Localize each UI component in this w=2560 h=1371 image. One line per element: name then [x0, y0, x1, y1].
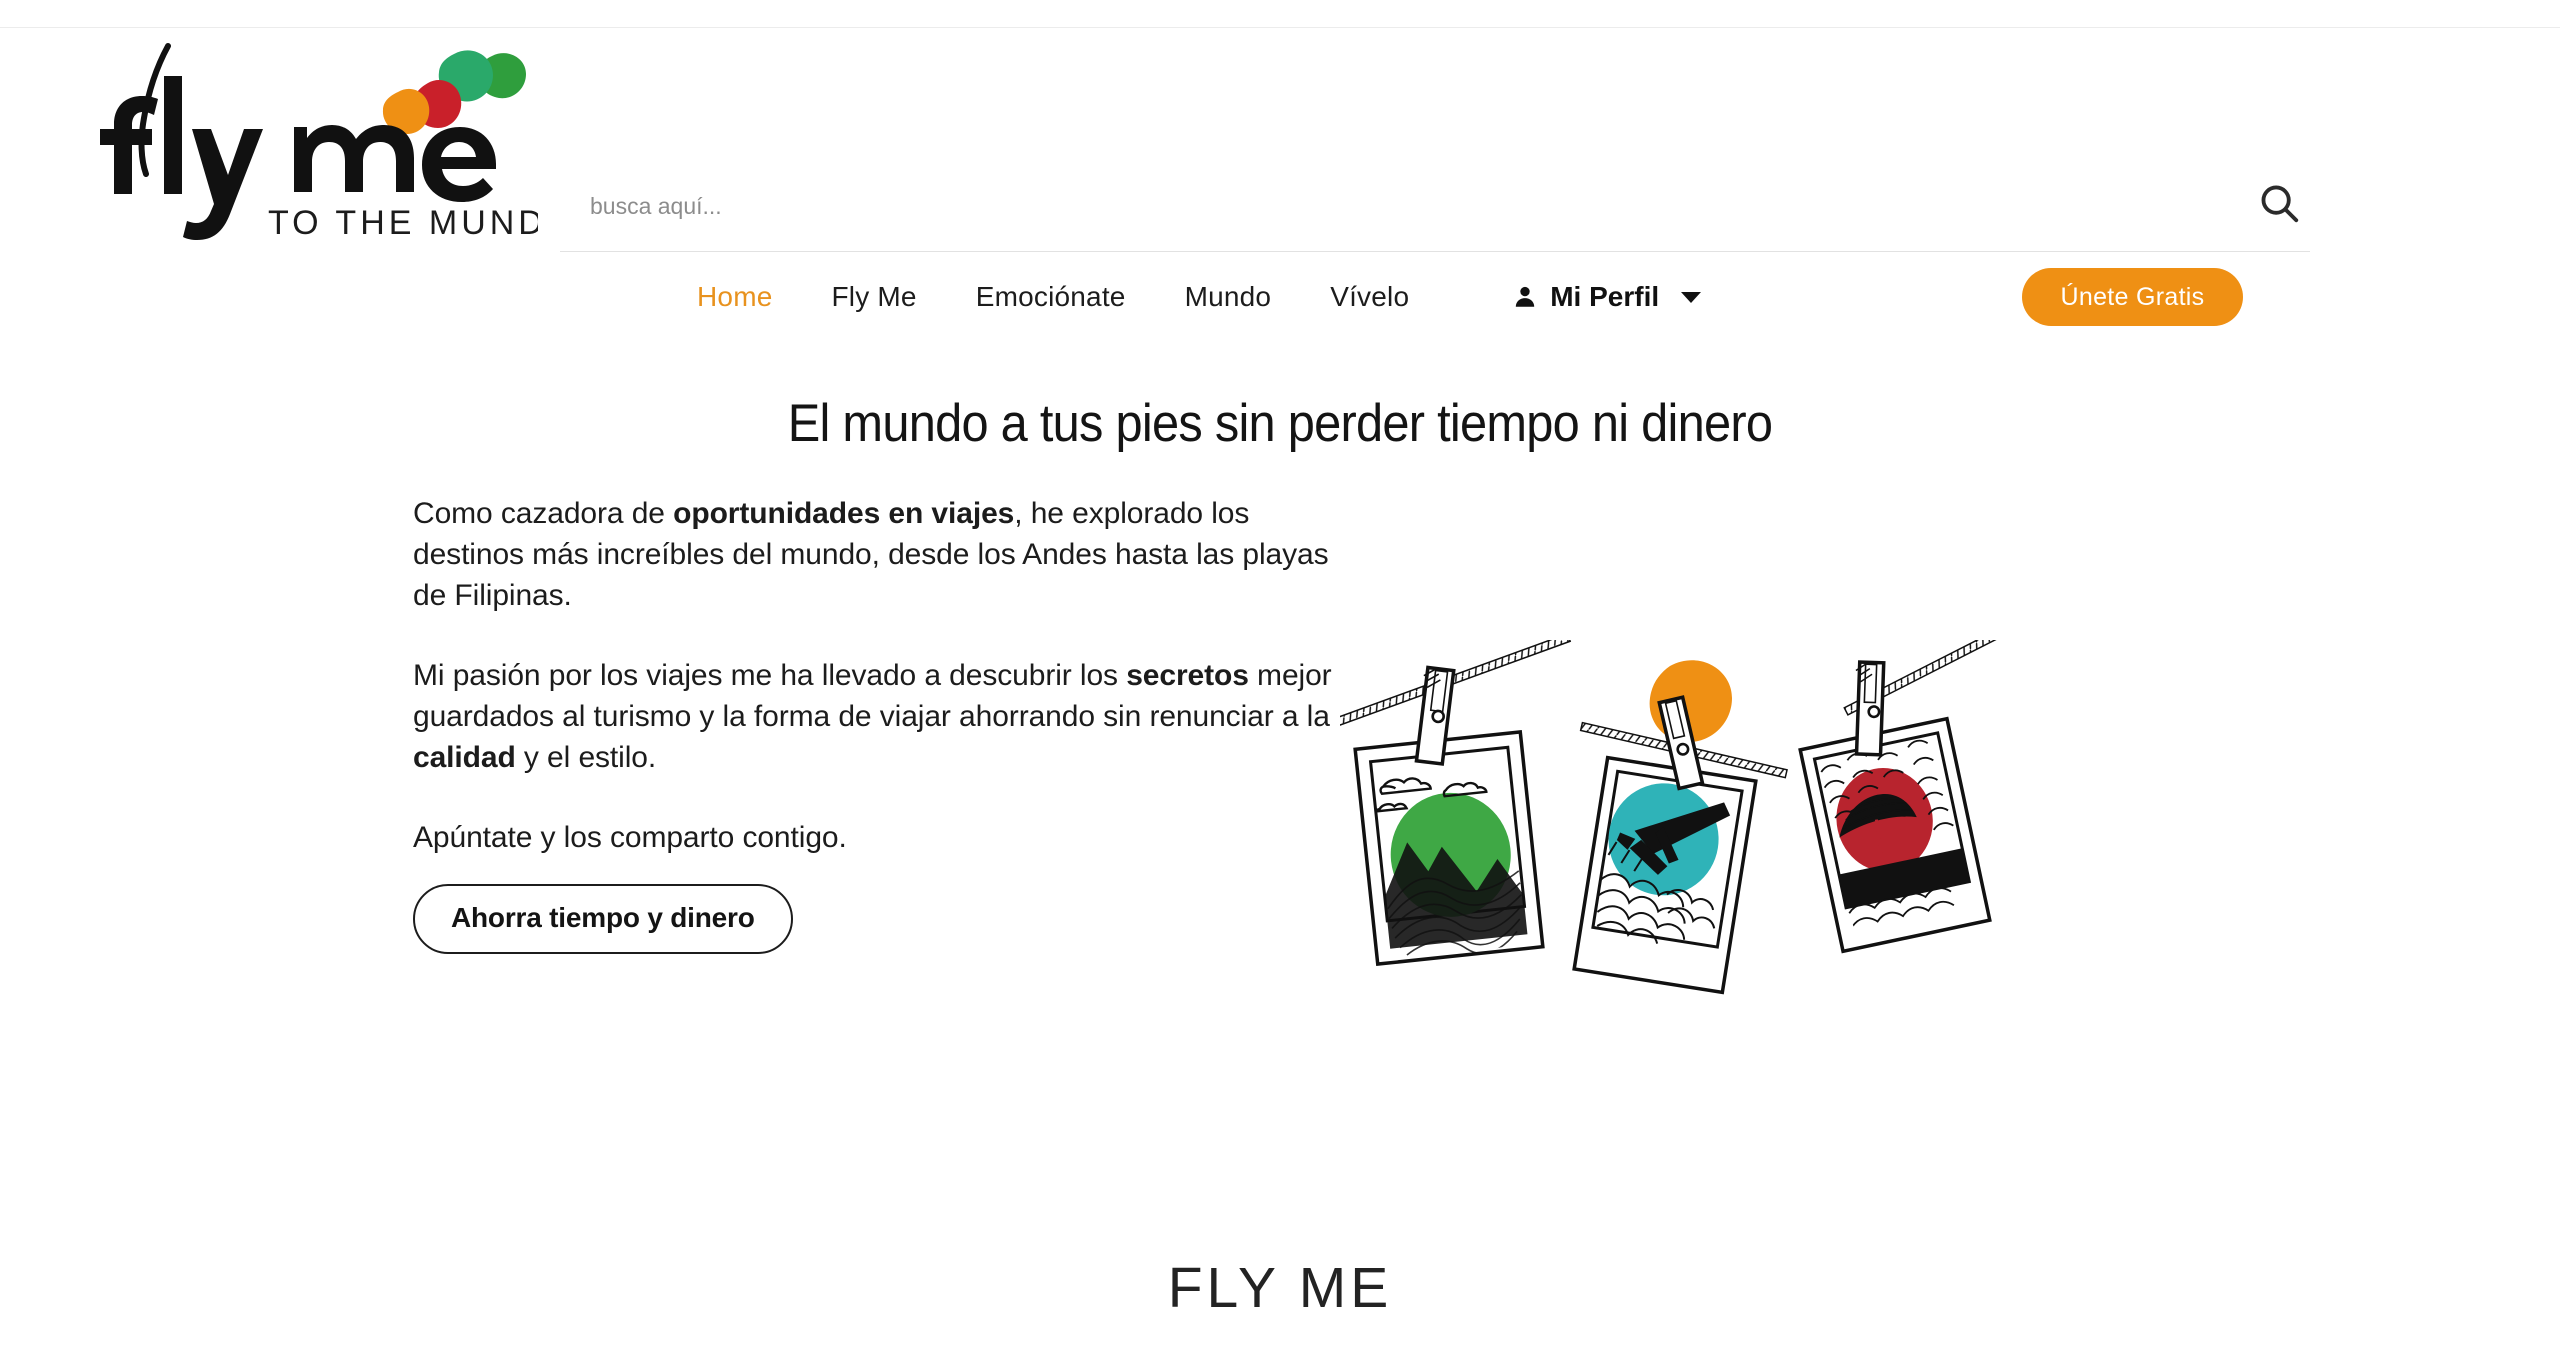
footer-brand: FLY ME	[1167, 1256, 1393, 1320]
paragraph-2-text-e: y el estilo.	[515, 741, 657, 774]
user-icon	[1516, 286, 1535, 307]
chevron-down-icon	[1681, 291, 1702, 303]
search-bar[interactable]	[560, 168, 2310, 252]
hero-paragraph-3: Apúntate y los comparto contigo.	[413, 821, 847, 854]
join-free-button[interactable]: Únete Gratis	[2022, 268, 2243, 326]
nav-item-vivelo[interactable]: Vívelo	[1330, 281, 1409, 313]
paragraph-2-text-a: Mi pasión por los viajes me ha llevado a…	[413, 659, 1127, 692]
paragraph-2-highlight-secretos: secretos	[1126, 659, 1249, 692]
nav-item-mundo[interactable]: Mundo	[1185, 281, 1272, 313]
main-navigation: Home Fly Me Emociónate Mundo Vívelo Mi P…	[0, 266, 2560, 346]
nav-item-emocionate[interactable]: Emociónate	[976, 281, 1126, 313]
hero-paragraph-2: Mi pasión por los viajes me ha llevado a…	[413, 655, 1343, 778]
profile-menu[interactable]: Mi Perfil	[1512, 281, 1702, 313]
site-logo[interactable]: TO THE MUNDO	[68, 38, 538, 243]
hero-paragraph-1: Como cazadora de oportunidades en viajes…	[413, 493, 1343, 616]
hanging-polaroid-photos-illustration	[1340, 640, 2060, 1040]
paragraph-2-highlight-calidad: calidad	[413, 741, 516, 774]
save-time-money-button[interactable]: Ahorra tiempo y dinero	[413, 884, 793, 954]
paragraph-1-highlight: oportunidades en viajes	[673, 497, 1015, 530]
hero-copy: Como cazadora de oportunidades en viajes…	[413, 493, 1343, 954]
profile-label: Mi Perfil	[1550, 281, 1660, 312]
svg-text:TO THE MUNDO: TO THE MUNDO	[268, 204, 538, 242]
search-input[interactable]	[588, 182, 2188, 230]
page-title: El mundo a tus pies sin perder tiempo ni…	[787, 393, 1773, 453]
nav-item-home[interactable]: Home	[697, 281, 773, 313]
nav-item-fly-me[interactable]: Fly Me	[832, 281, 917, 313]
nav-links: Home Fly Me Emociónate Mundo Vívelo Mi P…	[697, 266, 1702, 328]
paragraph-1-text-a: Como cazadora de	[413, 497, 674, 530]
site-header: TO THE MUNDO Home Fly Me Emociónate Mund…	[0, 28, 2560, 326]
search-icon[interactable]	[2256, 180, 2302, 226]
